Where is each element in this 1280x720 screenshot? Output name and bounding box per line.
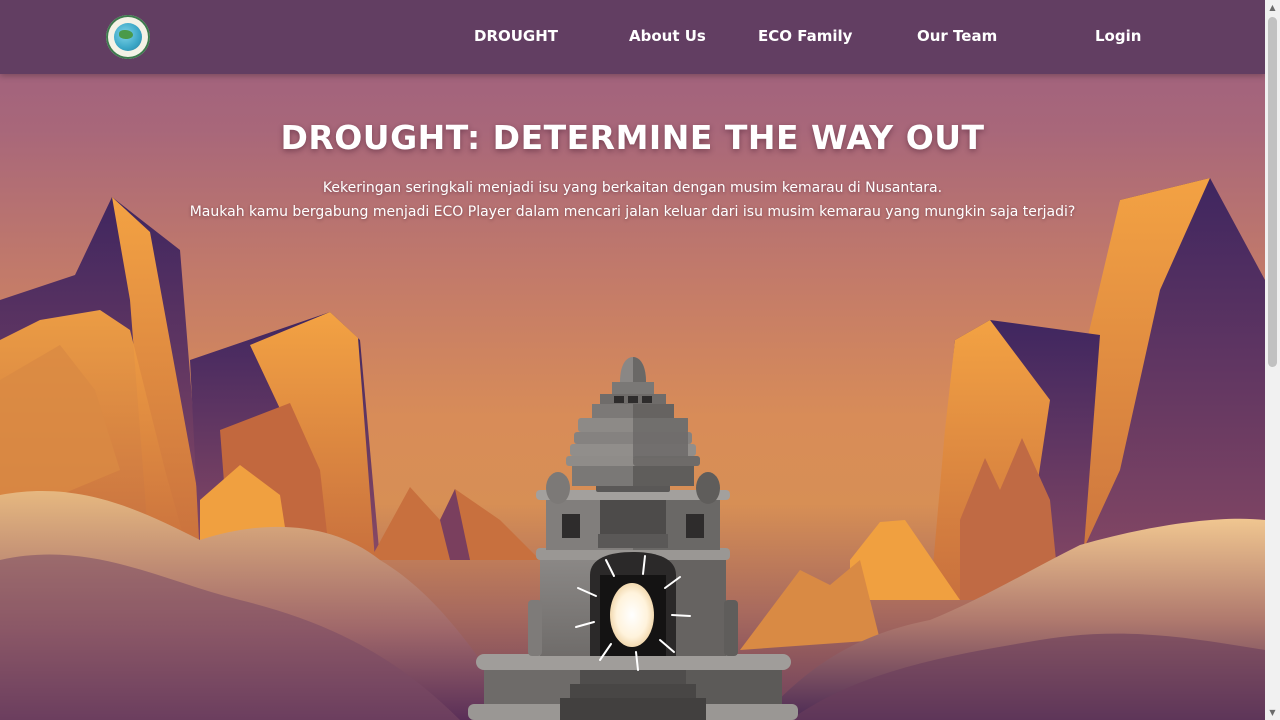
nav-our-team[interactable]: Our Team: [917, 27, 997, 45]
eco-logo[interactable]: [106, 15, 150, 59]
hero-description-line-1: Kekeringan seringkali menjadi isu yang b…: [322, 180, 943, 196]
hero-description-line-2: Maukah kamu bergabung menjadi ECO Player…: [189, 204, 1076, 220]
vertical-scrollbar[interactable]: ▲ ▼: [1265, 0, 1280, 720]
nav-drought[interactable]: DROUGHT: [474, 27, 558, 45]
landing-page: DROUGHT About Us ECO Family Our Team Log…: [0, 0, 1265, 720]
hero-title: DROUGHT: DETERMINE THE WAY OUT: [280, 118, 985, 157]
scroll-thumb[interactable]: [1268, 17, 1277, 367]
nav-about-us[interactable]: About Us: [629, 27, 706, 45]
navbar: DROUGHT About Us ECO Family Our Team Log…: [0, 0, 1265, 74]
nav-login[interactable]: Login: [1095, 27, 1141, 45]
scroll-down-arrow-icon[interactable]: ▼: [1265, 705, 1280, 720]
land-icon: [119, 30, 133, 39]
scroll-up-arrow-icon[interactable]: ▲: [1265, 0, 1280, 15]
drought-scene-illustration: [0, 178, 1265, 720]
nav-eco-family[interactable]: ECO Family: [758, 27, 852, 45]
glowing-portal: [610, 583, 654, 647]
